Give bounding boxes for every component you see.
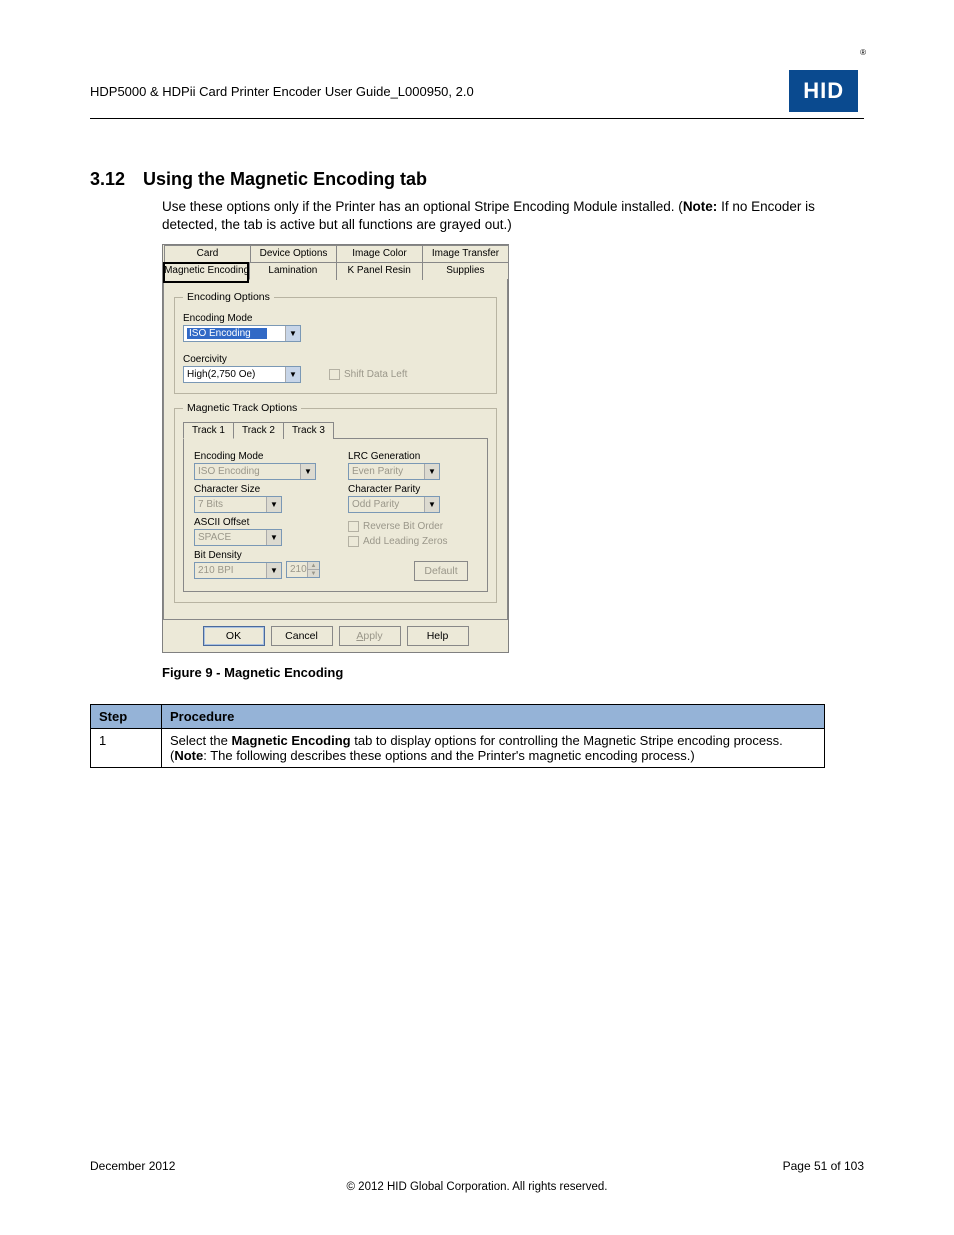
figure-caption: Figure 9 - Magnetic Encoding — [162, 665, 864, 680]
tab-k-panel-resin[interactable]: K Panel Resin — [336, 262, 423, 280]
hid-logo: HID — [789, 70, 858, 112]
chevron-down-icon: ▼ — [424, 464, 439, 479]
table-row: 1 Select the Magnetic Encoding tab to di… — [91, 729, 825, 768]
section-number: 3.12 — [90, 169, 125, 190]
lrc-generation-label: LRC Generation — [348, 451, 468, 462]
ok-button[interactable]: OK — [203, 626, 265, 646]
footer-page-number: Page 51 of 103 — [783, 1159, 864, 1173]
tab-image-transfer[interactable]: Image Transfer — [422, 245, 509, 263]
page-footer: December 2012 Page 51 of 103 © 2012 HID … — [90, 1159, 864, 1193]
lrc-generation-combo: Even Parity ▼ — [348, 463, 440, 480]
chevron-down-icon: ▼ — [266, 563, 281, 578]
track-encoding-mode-label: Encoding Mode — [194, 451, 324, 462]
encoding-mode-label: Encoding Mode — [183, 313, 488, 324]
magnetic-track-legend: Magnetic Track Options — [183, 402, 301, 414]
track-2-tab[interactable]: Track 2 — [233, 422, 284, 439]
cancel-button[interactable]: Cancel — [271, 626, 333, 646]
chevron-down-icon: ▼ — [424, 497, 439, 512]
chevron-down-icon: ▼ — [285, 367, 300, 382]
chevron-down-icon: ▼ — [285, 326, 300, 341]
track-encoding-mode-combo: ISO Encoding ▼ — [194, 463, 316, 480]
apply-label-rest: pply — [363, 630, 382, 642]
magnetic-track-options-group: Magnetic Track Options Track 1 Track 2 T… — [174, 402, 497, 603]
footer-copyright: © 2012 HID Global Corporation. All right… — [90, 1181, 864, 1193]
chevron-down-icon: ▼ — [300, 464, 315, 479]
coercivity-label: Coercivity — [183, 354, 488, 365]
col-header-step: Step — [91, 705, 162, 729]
character-parity-combo: Odd Parity ▼ — [348, 496, 440, 513]
step-cell: 1 — [91, 729, 162, 768]
apply-button: Apply — [339, 626, 401, 646]
shift-data-left-checkbox: Shift Data Left — [329, 369, 407, 380]
steps-table: Step Procedure 1 Select the Magnetic Enc… — [90, 704, 825, 768]
bit-density-label: Bit Density — [194, 550, 324, 561]
character-parity-label: Character Parity — [348, 484, 468, 495]
character-size-label: Character Size — [194, 484, 324, 495]
procedure-cell: Select the Magnetic Encoding tab to disp… — [162, 729, 825, 768]
track-3-tab[interactable]: Track 3 — [283, 422, 334, 439]
character-size-combo: 7 Bits ▼ — [194, 496, 282, 513]
spinner-up-icon: ▲ — [307, 562, 319, 570]
ascii-offset-label: ASCII Offset — [194, 517, 324, 528]
chevron-down-icon: ▼ — [266, 530, 281, 545]
encoding-options-legend: Encoding Options — [183, 291, 274, 303]
encoding-options-group: Encoding Options Encoding Mode ISO Encod… — [174, 291, 497, 394]
section-title: Using the Magnetic Encoding tab — [143, 169, 427, 190]
magnetic-encoding-dialog: Card Device Options Image Color Image Tr… — [162, 244, 509, 653]
tab-card[interactable]: Card — [164, 245, 251, 263]
bit-density-spinner: 210 ▲▼ — [286, 561, 320, 578]
chevron-down-icon: ▼ — [266, 497, 281, 512]
add-leading-zeros-checkbox: Add Leading Zeros — [348, 536, 468, 547]
footer-date: December 2012 — [90, 1159, 175, 1173]
coercivity-combo[interactable]: High(2,750 Oe) ▼ — [183, 366, 301, 383]
tab-highlight-box — [163, 262, 249, 283]
ascii-offset-combo: SPACE ▼ — [194, 529, 282, 546]
col-header-procedure: Procedure — [162, 705, 825, 729]
reverse-bit-order-checkbox: Reverse Bit Order — [348, 521, 468, 532]
spinner-down-icon: ▼ — [307, 570, 319, 577]
tab-supplies[interactable]: Supplies — [422, 262, 509, 280]
track-1-tab[interactable]: Track 1 — [183, 422, 234, 439]
help-button[interactable]: Help — [407, 626, 469, 646]
encoding-mode-combo[interactable]: ISO Encoding ▼ — [183, 325, 301, 342]
tab-image-color[interactable]: Image Color — [336, 245, 423, 263]
tab-device-options[interactable]: Device Options — [250, 245, 337, 263]
trademark-icon: ® — [860, 48, 866, 90]
section-body: Use these options only if the Printer ha… — [162, 198, 864, 234]
default-button: Default — [414, 561, 468, 581]
tab-lamination[interactable]: Lamination — [249, 262, 336, 280]
doc-title: HDP5000 & HDPii Card Printer Encoder Use… — [90, 84, 474, 99]
bit-density-combo: 210 BPI ▼ — [194, 562, 282, 579]
